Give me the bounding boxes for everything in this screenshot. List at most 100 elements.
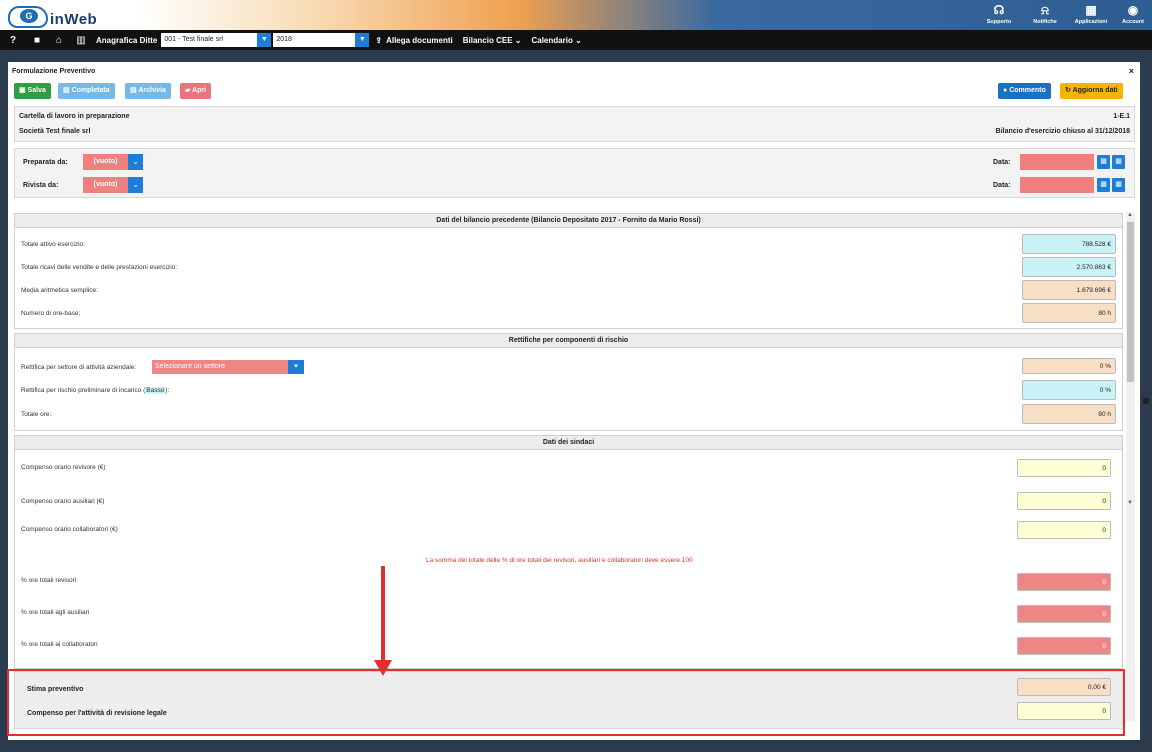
prepared-box: Preparata da: (vuoto) ⌄ Rivista da: (vuo… xyxy=(14,148,1135,198)
chevron-down-icon: ⌄ xyxy=(575,35,582,45)
sector-label: Rettifica per settore di attività aziend… xyxy=(21,364,137,371)
scroll-up-icon[interactable]: ▲ xyxy=(1127,212,1133,218)
commento-label: Commento xyxy=(1009,87,1046,94)
section-bilancio-precedente: Dati del bilancio precedente (Bilancio D… xyxy=(14,213,1123,329)
nav-bar: ? ■ ⌂ ▥ Anagrafica Ditte 001 - Test fina… xyxy=(0,30,1152,50)
risk-label-post: ): xyxy=(165,387,170,394)
pct-collaboratori-input[interactable]: 0 xyxy=(1017,637,1111,655)
scrollbar-thumb[interactable] xyxy=(1127,222,1134,382)
chevron-down-icon[interactable]: ▼ xyxy=(355,33,370,47)
applications-label: Applicazioni xyxy=(1074,19,1108,25)
total-hours-value: 80 h xyxy=(1022,404,1116,424)
video-icon[interactable]: ■ xyxy=(26,35,48,46)
rivista-date-input[interactable] xyxy=(1020,177,1094,193)
row-label: Compenso orario collaboratori (€) xyxy=(21,526,118,533)
top-header: G inWeb ☊ Supporto ⍾ Notifiche ▦ Applica… xyxy=(0,0,1152,30)
row-label: Totale attivo esercizio: xyxy=(21,241,85,248)
bilancio-label: Bilancio CEE xyxy=(462,35,513,45)
section-rettifiche: Rettifiche per componenti di rischio Ret… xyxy=(14,333,1123,431)
calendario-menu[interactable]: Calendario ⌄ xyxy=(531,36,581,45)
allega-documenti-link[interactable]: Allega documenti xyxy=(386,36,453,45)
compenso-revisore-input[interactable]: 0 xyxy=(1017,459,1111,477)
account-button[interactable]: ◉ Account xyxy=(1114,0,1152,30)
building-icon: ▥ xyxy=(76,34,86,46)
chevron-down-icon[interactable]: ▾ xyxy=(288,360,304,374)
risk-pct-value: 0 % xyxy=(1022,380,1116,400)
save-label: Salva xyxy=(27,87,46,94)
row-label: % ore totali ai collaboratori xyxy=(21,641,98,648)
row-label: Numero di ore-base: xyxy=(21,310,81,317)
apri-label: Apri xyxy=(192,87,207,94)
chevron-down-icon[interactable]: ⌄ xyxy=(128,154,143,170)
data-label: Data: xyxy=(993,159,1011,166)
calendario-label: Calendario xyxy=(531,35,573,45)
panel-title: Formulazione Preventivo xyxy=(12,68,96,75)
sector-pct-value: 0 % xyxy=(1022,358,1116,374)
bilancio-cee-menu[interactable]: Bilancio CEE ⌄ xyxy=(463,36,522,45)
compenso-ausiliari-input[interactable]: 0 xyxy=(1017,492,1111,510)
commento-button[interactable]: ● Commento xyxy=(998,83,1051,99)
company-select[interactable]: 001 - Test finale srl ▼ xyxy=(161,33,272,47)
check-icon: ▤ xyxy=(63,87,70,94)
preparata-date-input[interactable] xyxy=(1020,154,1094,170)
user-icon: ◉ xyxy=(1127,3,1139,17)
help-icon[interactable]: ? xyxy=(0,35,26,46)
annotation-arrow xyxy=(381,566,385,662)
app-logo[interactable]: G inWeb xyxy=(8,2,97,28)
archivia-button[interactable]: ▤ Archivia xyxy=(125,83,171,99)
calendar-icon[interactable]: ▦ xyxy=(1097,178,1110,192)
home-icon[interactable]: ⌂ xyxy=(48,35,70,46)
company-text: Società Test finale srl xyxy=(19,128,91,135)
close-icon[interactable]: × xyxy=(1129,66,1134,76)
aggiorna-label: Aggiorna dati xyxy=(1072,87,1118,94)
anagrafica-label[interactable]: Anagrafica Ditte xyxy=(96,36,157,45)
completata-button[interactable]: ▤ Completata xyxy=(58,83,115,99)
row-label: Totale ricavi delle vendite e delle pres… xyxy=(21,264,178,271)
risk-level-badge: Basso xyxy=(145,387,166,394)
aggiorna-dati-button[interactable]: ↻ Aggiorna dati xyxy=(1060,83,1123,99)
status-text: Cartella di lavoro in preparazione xyxy=(19,113,130,120)
year-select[interactable]: 2018 ▼ xyxy=(273,33,370,47)
save-button[interactable]: ▣ Salva xyxy=(14,83,51,99)
notifications-button[interactable]: ⍾ Notifiche xyxy=(1022,0,1068,30)
headset-icon: ☊ xyxy=(993,3,1005,17)
apri-button[interactable]: ▰ Apri xyxy=(180,83,212,99)
upload-icon: ⇪ xyxy=(375,35,383,45)
rivista-label: Rivista da: xyxy=(23,182,59,189)
sector-select[interactable]: Selezionare un settore ▾ xyxy=(152,360,304,374)
refresh-icon: ↻ xyxy=(1065,87,1071,94)
totale-ricavi-value: 2.570.863 € xyxy=(1022,257,1116,277)
period-text: Bilancio d'esercizio chiuso al 31/12/201… xyxy=(995,128,1130,135)
calendar-today-icon[interactable]: ▦ xyxy=(1112,178,1125,192)
archive-icon: ▤ xyxy=(130,87,137,94)
logo-text: inWeb xyxy=(50,11,98,28)
data-label: Data: xyxy=(993,182,1011,189)
support-button[interactable]: ☊ Supporto xyxy=(976,0,1022,30)
totale-attivo-value: 788.528 € xyxy=(1022,234,1116,254)
code-text: 1-E.1 xyxy=(1113,113,1130,120)
pct-ausiliari-input[interactable]: 0 xyxy=(1017,605,1111,623)
row-label: % ore totali agli ausiliari xyxy=(21,609,90,616)
archivia-label: Archivia xyxy=(138,87,166,94)
completata-label: Completata xyxy=(71,87,110,94)
pct-revisori-input[interactable]: 0 xyxy=(1017,573,1111,591)
scroll-down-icon[interactable]: ▼ xyxy=(1127,500,1133,506)
compenso-collaboratori-input[interactable]: 0 xyxy=(1017,521,1111,539)
section-title: Rettifiche per componenti di rischio xyxy=(15,334,1122,348)
preparata-select[interactable]: (vuoto) xyxy=(83,154,128,170)
media-value: 1.679.696 € xyxy=(1022,280,1116,300)
chevron-down-icon[interactable]: ⌄ xyxy=(128,177,143,193)
total-hours-label: Totale ore: xyxy=(21,411,52,418)
calendar-icon[interactable]: ▦ xyxy=(1097,155,1110,169)
ore-base-value: 80 h xyxy=(1022,303,1116,323)
rivista-select[interactable]: (vuoto) xyxy=(83,177,128,193)
applications-button[interactable]: ▦ Applicazioni xyxy=(1068,0,1114,30)
row-label: % ore totali revisori xyxy=(21,577,77,584)
section-title: Dati dei sindaci xyxy=(15,436,1122,450)
calendar-today-icon[interactable]: ▦ xyxy=(1112,155,1125,169)
section-title: Dati del bilancio precedente (Bilancio D… xyxy=(15,214,1122,228)
comment-icon: ● xyxy=(1003,87,1008,94)
grid-icon: ▦ xyxy=(1085,3,1097,17)
info-box: Cartella di lavoro in preparazione Socie… xyxy=(14,106,1135,142)
chevron-down-icon[interactable]: ▼ xyxy=(257,33,272,47)
